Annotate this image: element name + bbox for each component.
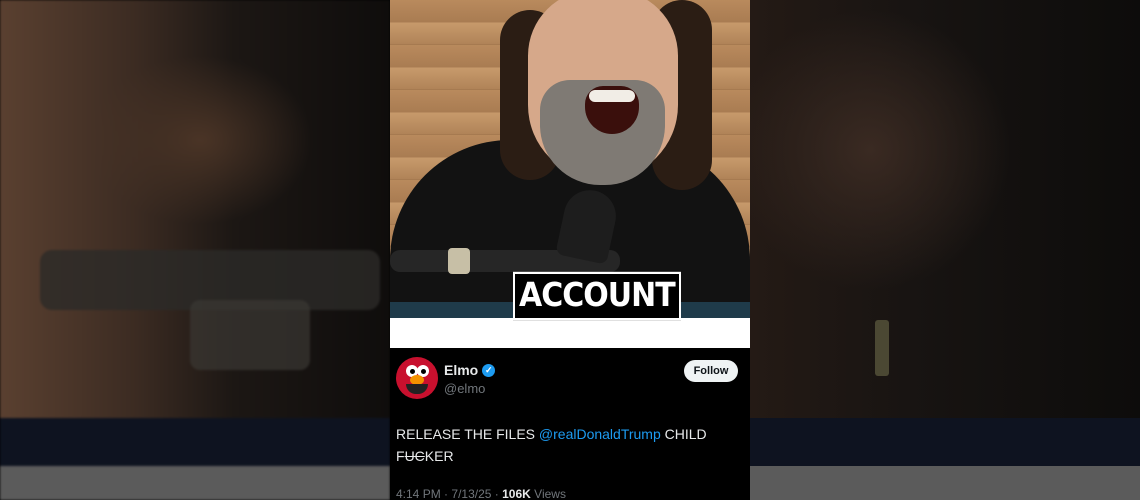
mention-link[interactable]: @realDonaldTrump [539, 426, 661, 442]
tweet-text-part: CHILD [660, 426, 707, 442]
separator: · [444, 487, 449, 500]
blurred-band-bottom [0, 466, 390, 500]
video-frame[interactable]: ACCOUNT Elmo ✓ @elmo Follow RELEASE THE … [390, 0, 750, 500]
verified-badge-icon: ✓ [482, 363, 496, 377]
censored-text: UC [404, 448, 425, 464]
tweet-time[interactable]: 4:14 PM [396, 487, 441, 500]
tweet-date[interactable]: 7/13/25 [451, 487, 491, 500]
blurred-band-bottom [750, 466, 1140, 500]
blurred-mic-mount [190, 300, 310, 370]
avatar[interactable] [396, 357, 438, 399]
blurred-band [0, 418, 390, 466]
person-teeth [589, 90, 635, 102]
mic-arm-ring [448, 248, 470, 274]
tweet-text-part: RELEASE THE FILES [396, 426, 539, 442]
white-band [390, 318, 750, 348]
views-label: Views [534, 487, 566, 500]
blurred-band [750, 418, 1140, 466]
video-scene [390, 0, 750, 310]
tweet-author[interactable]: Elmo ✓ [444, 362, 496, 378]
avatar-mouth [406, 384, 428, 394]
blurred-background-right [750, 0, 1140, 500]
tweet-meta: 4:14 PM · 7/13/25 · 106K Views [396, 487, 566, 500]
tweet-text-part: F [396, 448, 405, 464]
views-count: 106K [502, 487, 531, 500]
author-name[interactable]: Elmo [444, 362, 478, 378]
separator: · [494, 487, 499, 500]
blurred-background-left [0, 0, 390, 500]
tweet-text: RELEASE THE FILES @realDonaldTrump CHILD… [396, 423, 741, 467]
author-handle[interactable]: @elmo [444, 381, 485, 396]
tweet-text-part: KER [424, 448, 454, 464]
tweet-card: Elmo ✓ @elmo Follow RELEASE THE FILES @r… [390, 348, 750, 500]
follow-button[interactable]: Follow [684, 360, 738, 382]
blurred-shirt-button [875, 320, 889, 376]
video-caption: ACCOUNT [513, 271, 681, 321]
